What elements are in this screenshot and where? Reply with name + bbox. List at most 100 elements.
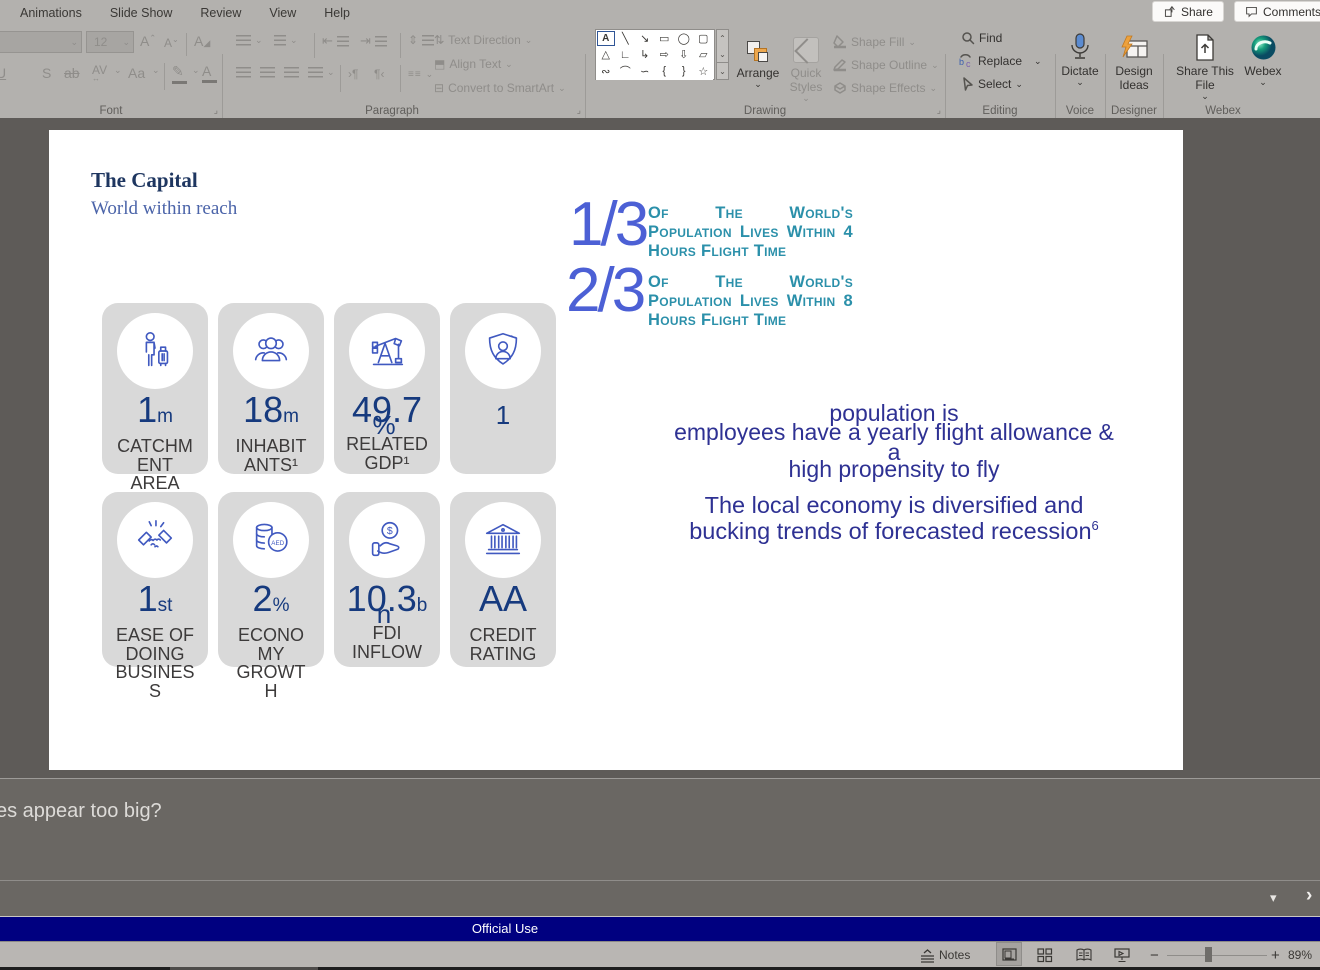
slide-show-view-button[interactable] <box>1114 942 1130 968</box>
tab-help[interactable]: Help <box>324 6 350 20</box>
webex-button[interactable]: Webex ⌄ <box>1237 31 1289 87</box>
zoom-slider-track[interactable] <box>1167 954 1267 956</box>
economy-text[interactable]: The local economy is diversified and buc… <box>609 493 1179 542</box>
align-left-button[interactable] <box>236 67 251 78</box>
character-spacing-button[interactable]: AV ↔ <box>92 63 107 83</box>
down-arrow-shape[interactable]: ⇩ <box>674 46 694 63</box>
change-case-button[interactable]: Aa <box>128 65 145 81</box>
font-name-combobox[interactable]: ⌄ <box>0 31 82 53</box>
columns-button[interactable]: ≡≡ ⌄ <box>408 69 434 80</box>
highlight-color-button[interactable]: ✎ <box>172 63 187 84</box>
slide-subtitle[interactable]: World within reach <box>91 198 237 220</box>
scroll-up-icon[interactable]: ⌃ <box>717 30 728 46</box>
inhabitants-card[interactable]: 18m INHABIT ANTS¹ <box>218 303 324 474</box>
dropdown-triangle-icon[interactable]: ▾ <box>1270 890 1277 906</box>
catchment-area-card[interactable]: 1m CATCHM ENT AREA <box>102 303 208 492</box>
find-button[interactable]: Find <box>961 31 1002 45</box>
oval-shape[interactable]: ◯ <box>674 30 694 47</box>
left-to-right-button[interactable]: ›¶ <box>348 67 358 81</box>
drawing-dialog-launcher[interactable]: ⌟ <box>937 105 941 116</box>
select-button[interactable]: Select ⌄ <box>961 77 1023 91</box>
decrease-indent-button[interactable]: ⇤ <box>322 33 349 49</box>
tab-review[interactable]: Review <box>200 6 241 20</box>
economy-growth-card[interactable]: AED 2% ECONO MY GROWT H <box>218 492 324 700</box>
line-arrow-shape[interactable]: ↘ <box>635 30 655 47</box>
right-arrow-shape[interactable]: ⇨ <box>654 46 674 63</box>
tab-view[interactable]: View <box>269 6 296 20</box>
star-shape[interactable]: ☆ <box>693 63 713 80</box>
normal-view-button[interactable] <box>996 942 1022 966</box>
tab-slide-show[interactable]: Slide Show <box>110 6 173 20</box>
zoom-percentage[interactable]: 89% <box>1288 942 1312 968</box>
safety-rank-card[interactable]: 1 <box>450 303 556 474</box>
justify-button[interactable]: ⌄ <box>308 67 335 78</box>
text-shadow-button[interactable]: S <box>42 65 51 81</box>
shape-outline-button[interactable]: Shape Outline ⌄ <box>833 58 939 72</box>
fraction-two-thirds[interactable]: 2/3 <box>566 260 646 322</box>
right-to-left-button[interactable]: ¶‹ <box>374 67 384 81</box>
fraction-one-third[interactable]: 1/3 <box>569 194 649 256</box>
font-color-button[interactable]: A <box>202 63 217 83</box>
text-box-shape[interactable]: A <box>596 30 616 47</box>
tab-animations[interactable]: Animations <box>20 6 82 20</box>
line-shape[interactable]: ╲ <box>615 30 635 47</box>
align-center-button[interactable] <box>260 67 275 78</box>
population-text-line[interactable]: population is <box>609 402 1179 425</box>
curve-shape[interactable]: ∽ <box>635 63 655 80</box>
fdi-inflow-card[interactable]: $ 10.3b n FDI INFLOW <box>334 492 440 667</box>
scroll-down-icon[interactable]: ⌄ <box>717 46 728 62</box>
strikethrough-button[interactable]: ab <box>64 65 80 81</box>
share-this-file-button[interactable]: Share This File ⌄ <box>1175 31 1235 101</box>
font-dialog-launcher[interactable]: ⌟ <box>214 105 218 116</box>
left-brace-shape[interactable]: { <box>654 63 674 80</box>
slide-sorter-view-button[interactable] <box>1037 942 1053 968</box>
notes-pane[interactable]: es appear too big? <box>0 778 1320 880</box>
more-shapes-icon[interactable]: ⌄ <box>717 62 728 79</box>
text-line-a[interactable]: a <box>609 441 1179 464</box>
replace-button[interactable]: bc Replace ⌄ <box>959 54 1042 69</box>
design-ideas-button[interactable]: Design Ideas <box>1109 31 1159 92</box>
slide-canvas[interactable]: The Capital World within reach 1/3 Of Th… <box>49 130 1183 770</box>
zoom-in-button[interactable]: + <box>1271 942 1280 968</box>
fraction-one-third-text[interactable]: Of The World's Population Lives Within 4… <box>648 204 853 261</box>
related-gdp-card[interactable]: 49.7 % RELATED GDP¹ <box>334 303 440 474</box>
underline-button[interactable]: U <box>0 65 6 81</box>
triangle-shape[interactable]: △ <box>596 46 616 63</box>
propensity-text-line[interactable]: high propensity to fly <box>609 458 1179 481</box>
align-right-button[interactable] <box>284 67 299 78</box>
quick-styles-button[interactable]: Quick Styles ⌄ <box>783 33 829 103</box>
shape-gallery-scrollbar[interactable]: ⌃ ⌄ ⌄ <box>716 29 729 80</box>
zoom-slider-thumb[interactable] <box>1205 947 1212 962</box>
shape-fill-button[interactable]: Shape Fill ⌄ <box>833 35 916 49</box>
right-brace-shape[interactable]: } <box>674 63 694 80</box>
increase-indent-button[interactable]: ⇥ <box>360 33 387 49</box>
shape-effects-button[interactable]: Shape Effects ⌄ <box>833 81 937 95</box>
elbow-arrow-connector-shape[interactable]: ↳ <box>635 46 655 63</box>
slide-title[interactable]: The Capital <box>91 168 198 193</box>
scribble-shape[interactable]: ∾ <box>596 63 616 80</box>
shrink-font-button[interactable]: A⌄ <box>164 35 179 50</box>
comments-button[interactable]: Comments <box>1233 1 1320 22</box>
dictate-button[interactable]: Dictate ⌄ <box>1059 31 1101 87</box>
flowchart-shape-shape[interactable]: ▱ <box>693 46 713 63</box>
arrange-button[interactable]: Arrange ⌄ <box>733 33 783 89</box>
rounded-rectangle-shape[interactable]: ▢ <box>693 30 713 47</box>
share-button[interactable]: Share <box>1151 1 1224 22</box>
bullets-button[interactable]: ⌄ <box>236 35 263 46</box>
convert-to-smartart-button[interactable]: ⊟ Convert to SmartArt ⌄ <box>434 81 566 95</box>
notes-toggle-button[interactable]: Notes <box>920 942 970 968</box>
ease-of-business-card[interactable]: 1st EASE OF DOING BUSINES S <box>102 492 208 700</box>
arc-shape[interactable]: ⌒ <box>615 63 635 80</box>
notes-text[interactable]: es appear too big? <box>0 800 162 823</box>
flight-allowance-text-line[interactable]: employees have a yearly flight allowance… <box>609 421 1179 444</box>
forward-arrow-icon[interactable]: › <box>1306 885 1312 907</box>
rectangle-shape[interactable]: ▭ <box>654 30 674 47</box>
clear-formatting-button[interactable]: A◢ <box>194 33 210 49</box>
align-text-button[interactable]: ⬒ Align Text ⌄ <box>434 57 513 71</box>
reading-view-button[interactable] <box>1076 942 1092 968</box>
fraction-two-thirds-text[interactable]: Of The World's Population Lives Within 8… <box>648 273 853 330</box>
elbow-connector-shape[interactable]: ∟ <box>615 46 635 63</box>
text-direction-button[interactable]: ⇅ Text Direction ⌄ <box>434 33 532 47</box>
paragraph-dialog-launcher[interactable]: ⌟ <box>577 105 581 116</box>
grow-font-button[interactable]: A⌃ <box>140 33 156 49</box>
